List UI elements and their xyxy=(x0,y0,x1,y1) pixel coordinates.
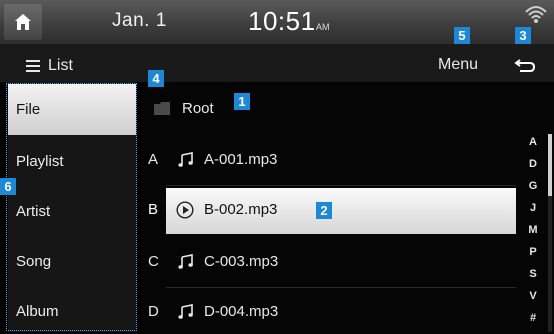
folder-icon xyxy=(154,102,170,115)
home-button[interactable] xyxy=(4,4,42,40)
status-bar: Jan. 1 10:51 AM xyxy=(0,0,554,44)
file-row[interactable]: C C-003.mp3 xyxy=(142,238,518,288)
index-letter-v[interactable]: V xyxy=(520,290,546,302)
sidebar-item-album[interactable]: Album xyxy=(8,286,136,334)
sidebar-item-artist[interactable]: Artist xyxy=(8,186,136,237)
play-circle-icon xyxy=(176,201,194,219)
scrollbar[interactable] xyxy=(548,134,552,332)
signal-icon xyxy=(525,6,547,23)
root-label: Root xyxy=(182,100,214,117)
file-browser: Root A A-001.mp3 B B-002.mp3 2 C C-003.m… xyxy=(142,82,554,334)
callout-badge-3: 3 xyxy=(515,27,531,44)
row-index-letter: D xyxy=(148,303,159,320)
index-letter-j[interactable]: J xyxy=(520,202,546,214)
callout-badge-5: 5 xyxy=(454,27,470,44)
status-ampm: AM xyxy=(316,22,330,32)
list-icon xyxy=(26,60,40,72)
index-letter-s[interactable]: S xyxy=(520,268,546,280)
file-cell: C-003.mp3 xyxy=(166,240,516,286)
sidebar-item-song[interactable]: Song xyxy=(8,236,136,287)
file-name: A-001.mp3 xyxy=(204,151,278,168)
index-letter-m[interactable]: M xyxy=(520,224,546,236)
file-name: B-002.mp3 xyxy=(204,201,278,218)
sidebar-item-file[interactable]: File xyxy=(8,84,136,135)
index-letter-a[interactable]: A xyxy=(520,136,546,148)
status-date: Jan. 1 xyxy=(112,10,167,31)
toolbar: List Menu xyxy=(0,44,554,82)
music-note-icon xyxy=(178,254,193,269)
index-letter-g[interactable]: G xyxy=(520,180,546,192)
index-letter-p[interactable]: P xyxy=(520,246,546,258)
file-row[interactable]: D D-004.mp3 xyxy=(142,288,518,334)
list-label: List xyxy=(48,57,73,74)
music-note-icon xyxy=(178,152,193,167)
file-row[interactable]: A A-001.mp3 xyxy=(142,136,518,186)
index-letter-hash[interactable]: # xyxy=(520,312,546,324)
status-time: 10:51 xyxy=(248,6,316,36)
music-note-icon xyxy=(178,304,193,319)
file-cell: B-002.mp3 xyxy=(166,188,516,234)
list-button[interactable]: List xyxy=(26,56,73,76)
file-name: C-003.mp3 xyxy=(204,253,279,270)
callout-badge-2: 2 xyxy=(316,202,332,219)
file-cell: D-004.mp3 xyxy=(166,290,516,334)
back-arrow-icon xyxy=(514,59,536,72)
file-cell: A-001.mp3 xyxy=(166,138,516,184)
root-folder-row[interactable]: Root xyxy=(142,82,518,134)
scrollbar-thumb[interactable] xyxy=(548,134,552,196)
callout-badge-4: 4 xyxy=(148,70,164,87)
category-sidebar: File Playlist Artist Song Album xyxy=(8,82,136,332)
row-index-letter: C xyxy=(148,253,159,270)
file-name: D-004.mp3 xyxy=(204,303,279,320)
index-letter-d[interactable]: D xyxy=(520,158,546,170)
alphabet-index[interactable]: A D G J M P S V # xyxy=(520,134,546,332)
back-button[interactable] xyxy=(506,50,546,80)
callout-badge-1: 1 xyxy=(234,93,250,110)
home-icon xyxy=(15,14,31,30)
row-index-letter: B xyxy=(148,201,159,218)
row-index-letter: A xyxy=(148,151,159,168)
menu-button[interactable]: Menu xyxy=(428,52,488,78)
callout-badge-6: 6 xyxy=(0,178,16,195)
sidebar-item-playlist[interactable]: Playlist xyxy=(8,136,136,187)
